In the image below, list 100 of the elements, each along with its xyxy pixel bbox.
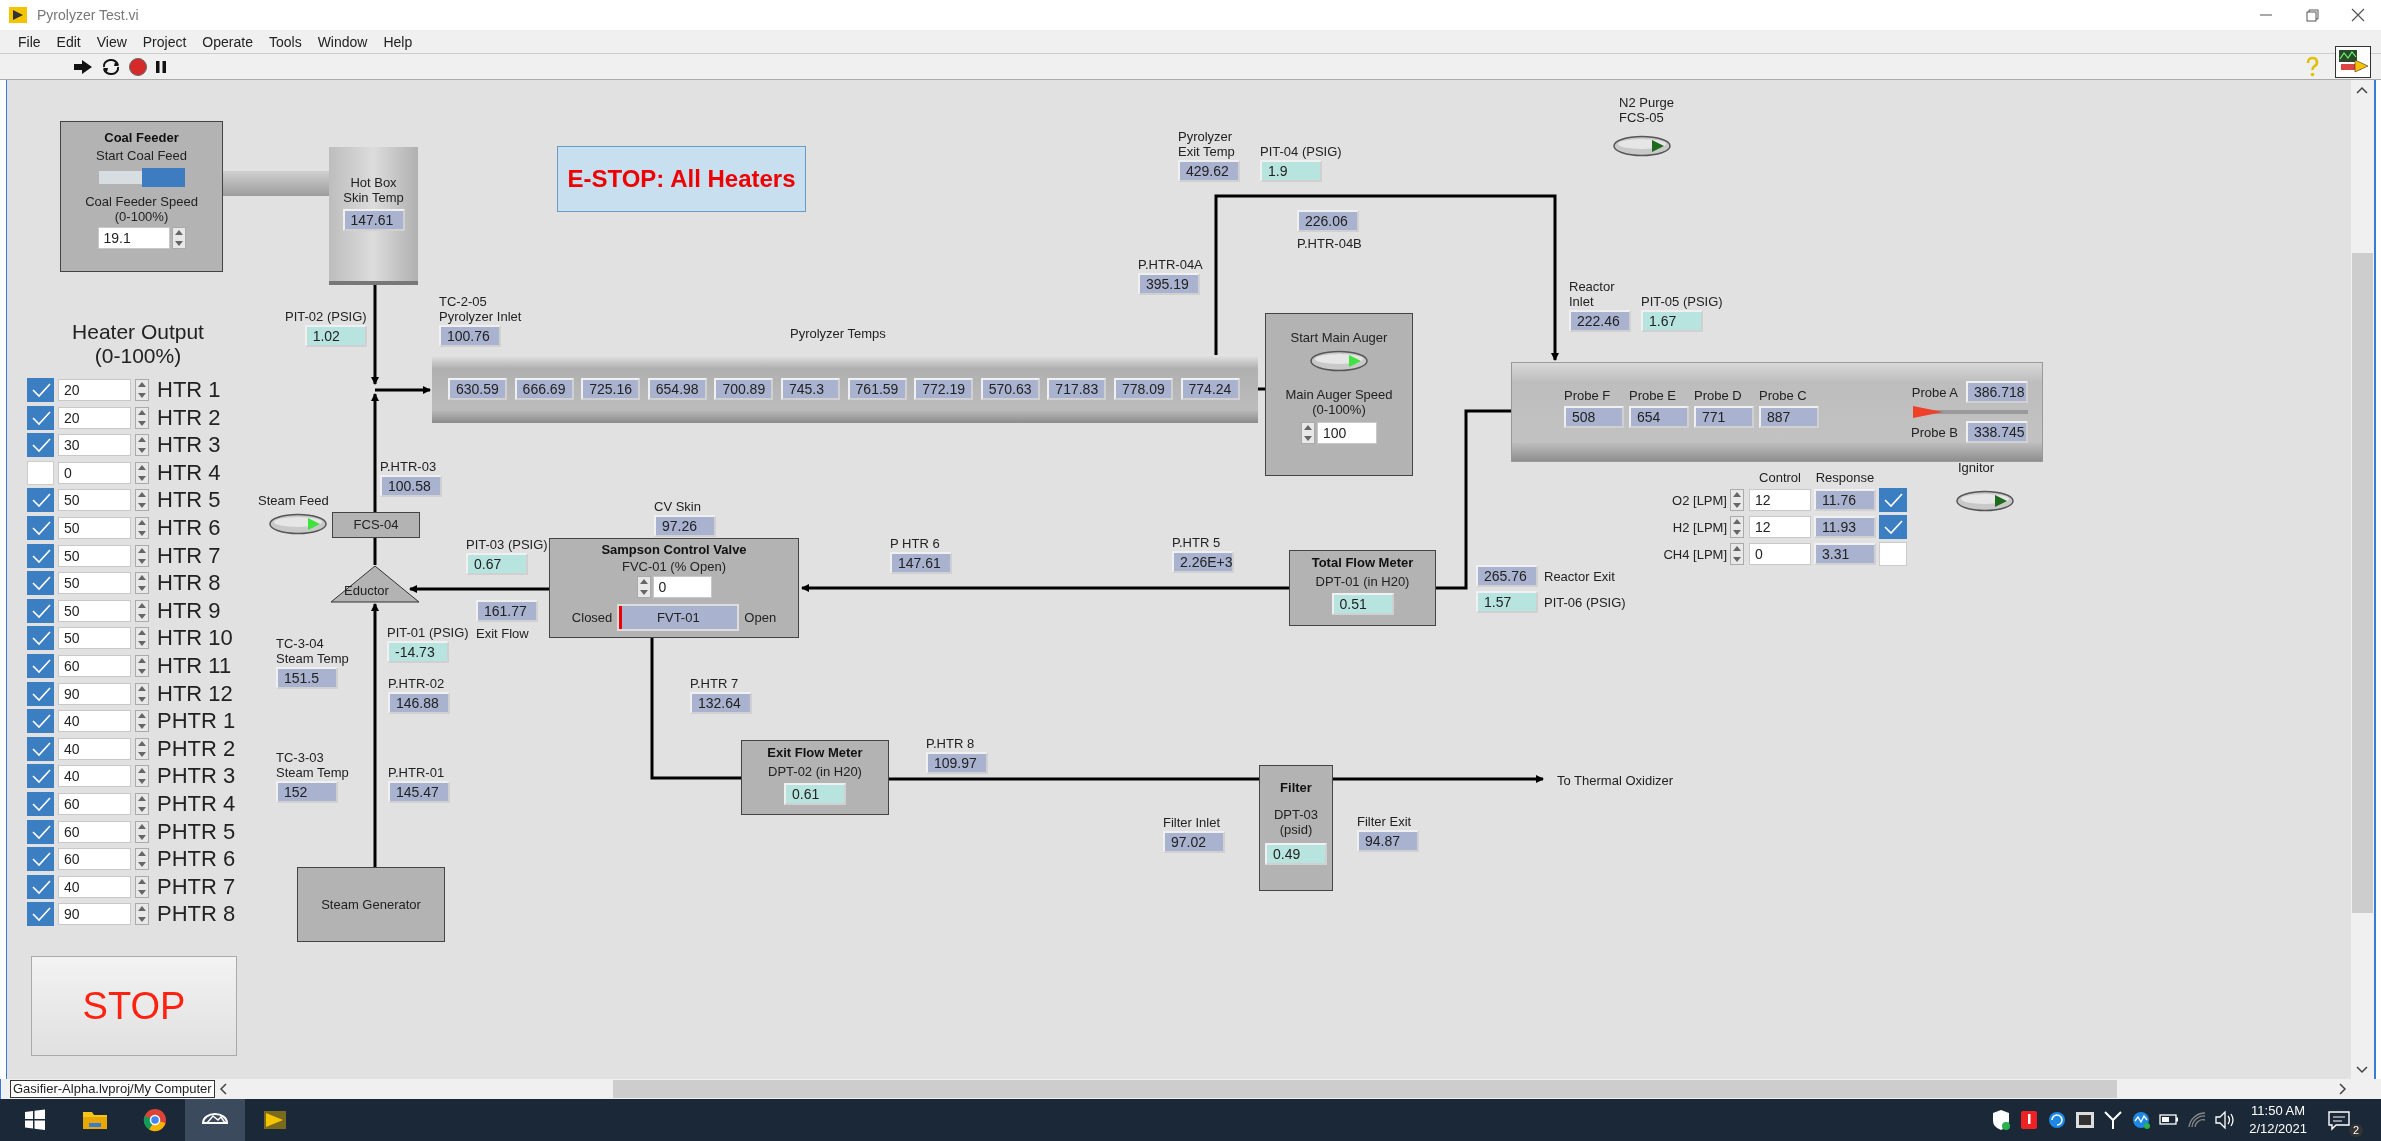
input-field[interactable]: 60	[58, 848, 131, 871]
spinner-icon[interactable]	[135, 792, 149, 815]
spinner-icon[interactable]	[135, 379, 149, 401]
checkbox[interactable]	[27, 543, 54, 568]
spinner-icon[interactable]	[135, 406, 149, 429]
input-field[interactable]: 30	[58, 434, 131, 457]
spinner-icon[interactable]	[171, 227, 186, 249]
input-field[interactable]: 19.1	[97, 227, 170, 249]
spinner-icon[interactable]	[135, 461, 149, 484]
toggle-button[interactable]	[1612, 135, 1672, 157]
spinner-icon[interactable]	[1301, 422, 1315, 444]
input-field[interactable]: 50	[58, 627, 131, 650]
checkbox[interactable]	[1879, 515, 1907, 539]
checkbox[interactable]	[27, 902, 54, 927]
spinner-icon[interactable]	[1730, 543, 1744, 565]
input-field[interactable]: 40	[58, 710, 131, 733]
input-field[interactable]: 40	[58, 875, 131, 898]
toggle-button[interactable]	[268, 513, 328, 535]
checkbox[interactable]	[27, 847, 54, 872]
checkbox[interactable]	[27, 681, 54, 706]
slider-thumb[interactable]	[1913, 406, 1943, 418]
input-field[interactable]: 60	[58, 820, 131, 843]
flow-line	[373, 538, 377, 565]
input-field[interactable]: 0	[1749, 543, 1811, 565]
menu-item[interactable]: Tools	[260, 33, 310, 50]
spinner-icon[interactable]	[135, 765, 149, 788]
checkbox[interactable]	[27, 515, 54, 540]
input-field[interactable]: 50	[58, 599, 131, 622]
spinner-icon[interactable]	[135, 737, 149, 760]
indicator-label: PIT-04 (PSIG)	[1260, 144, 1342, 159]
spinner-icon[interactable]	[135, 848, 149, 871]
spinner-icon[interactable]	[135, 820, 149, 843]
menu-item[interactable]: Operate	[194, 33, 261, 50]
spinner-icon[interactable]	[135, 516, 149, 539]
checkbox[interactable]	[27, 598, 54, 623]
run-arrow-icon[interactable]	[72, 57, 94, 76]
checkbox[interactable]	[27, 736, 54, 761]
menu-item[interactable]: Edit	[48, 33, 89, 50]
checkbox[interactable]	[27, 764, 54, 789]
checkbox[interactable]	[1879, 488, 1907, 512]
menu-item[interactable]: Help	[375, 33, 421, 50]
spinner-icon[interactable]	[135, 875, 149, 898]
menu-item[interactable]: View	[88, 33, 135, 50]
photos-icon[interactable]	[185, 1099, 245, 1141]
input-field[interactable]: 50	[58, 544, 131, 567]
scroll-thumb[interactable]	[2352, 253, 2373, 913]
spinner-icon[interactable]	[636, 576, 651, 598]
spinner-icon[interactable]	[135, 434, 149, 457]
spinner-icon[interactable]	[135, 489, 149, 512]
input-field[interactable]: 20	[58, 406, 131, 429]
checkbox[interactable]	[1879, 542, 1907, 566]
input-field[interactable]: 90	[58, 682, 131, 705]
input-field[interactable]: 40	[58, 737, 131, 760]
checkbox[interactable]	[27, 819, 54, 844]
input-field[interactable]: 90	[58, 903, 131, 926]
checkbox[interactable]	[27, 571, 54, 596]
input-field[interactable]: 60	[58, 654, 131, 677]
checkbox[interactable]	[27, 460, 54, 485]
input-field[interactable]: 0	[652, 576, 712, 598]
menu-item[interactable]: Project	[134, 33, 195, 50]
spinner-icon[interactable]	[1730, 516, 1744, 538]
spinner-icon[interactable]	[135, 599, 149, 622]
pause-icon[interactable]	[154, 58, 168, 75]
checkbox[interactable]	[27, 405, 54, 430]
toggle-button[interactable]	[1955, 490, 2015, 512]
spinner-icon[interactable]	[135, 682, 149, 705]
input-field[interactable]: 100	[1317, 422, 1377, 444]
run-continuously-icon[interactable]	[100, 57, 122, 76]
checkbox[interactable]	[27, 378, 54, 402]
checkbox[interactable]	[27, 653, 54, 678]
abort-icon[interactable]	[128, 56, 148, 77]
input-field[interactable]: 0	[58, 461, 131, 484]
value-display: 151.5	[276, 667, 338, 689]
spinner-icon[interactable]	[135, 654, 149, 677]
input-field[interactable]: 40	[58, 765, 131, 788]
checkbox[interactable]	[27, 626, 54, 651]
checkbox[interactable]	[27, 709, 54, 734]
spinner-icon[interactable]	[1730, 489, 1744, 511]
spinner-icon[interactable]	[135, 627, 149, 650]
checkbox[interactable]	[27, 874, 54, 899]
checkbox[interactable]	[27, 433, 54, 458]
checkbox[interactable]	[27, 488, 54, 513]
toggle-button[interactable]	[1309, 350, 1369, 372]
menu-item[interactable]: File	[10, 33, 49, 50]
input-field[interactable]: 12	[1749, 516, 1811, 538]
spinner-icon[interactable]	[135, 903, 149, 926]
scroll-thumb[interactable]	[612, 1080, 2117, 1098]
input-field[interactable]: 60	[58, 792, 131, 815]
menu-item[interactable]: Window	[309, 33, 376, 50]
input-field[interactable]: 50	[58, 516, 131, 539]
spinner-icon[interactable]	[135, 572, 149, 595]
input-field[interactable]: 20	[58, 379, 131, 401]
input-field[interactable]: 12	[1749, 489, 1811, 511]
slide-switch[interactable]	[98, 168, 185, 187]
spinner-icon[interactable]	[135, 544, 149, 567]
input-field[interactable]: 50	[58, 489, 131, 512]
checkbox[interactable]	[27, 791, 54, 816]
notification-icon[interactable]	[2327, 1109, 2351, 1131]
input-field[interactable]: 50	[58, 572, 131, 595]
spinner-icon[interactable]	[135, 710, 149, 733]
